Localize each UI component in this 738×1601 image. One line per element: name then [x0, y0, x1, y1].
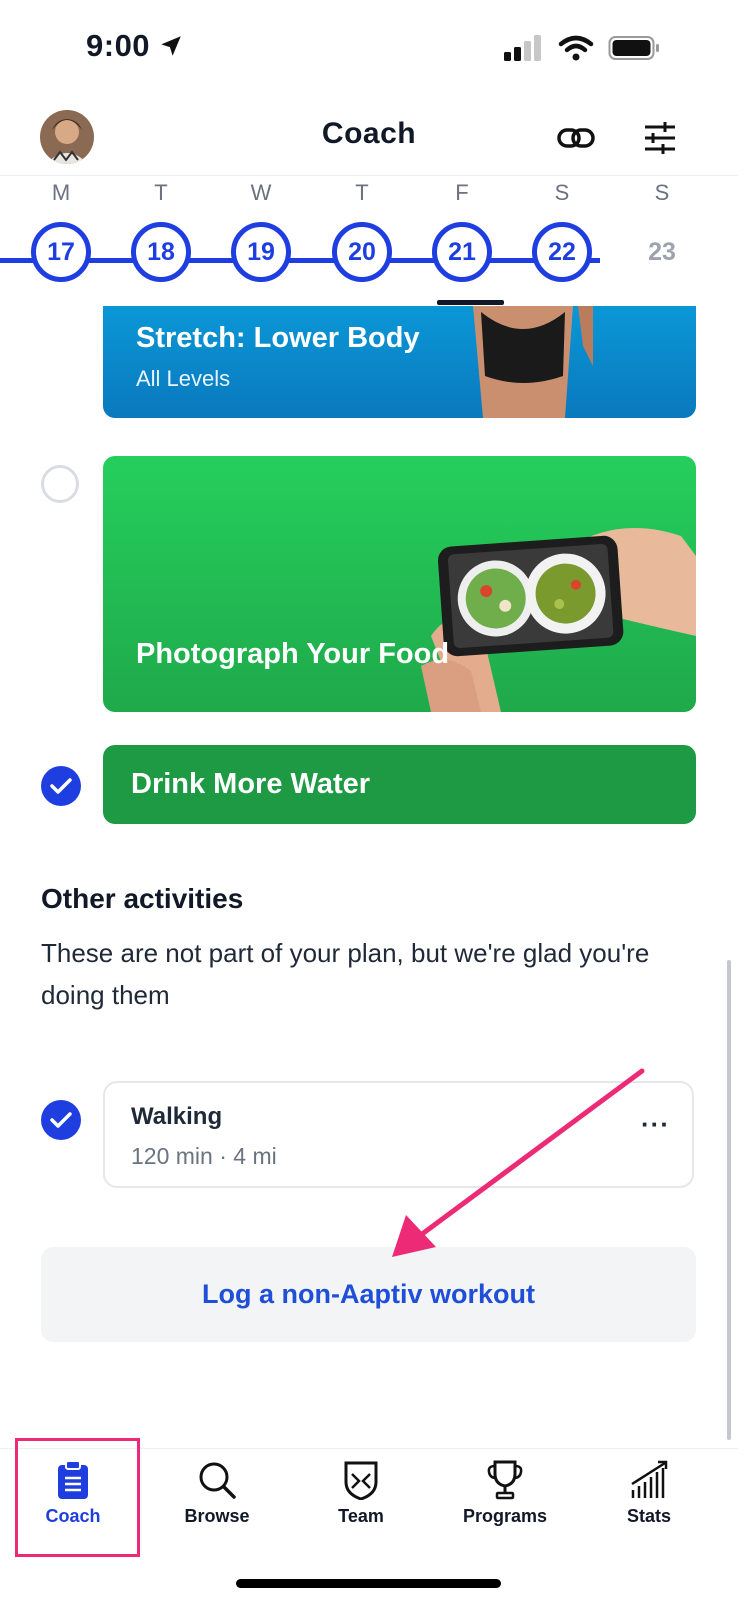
annotation-arrow-icon — [392, 1068, 645, 1257]
walking-checkbox-checked[interactable] — [41, 1100, 81, 1140]
tab-programs[interactable]: Programs — [445, 1460, 565, 1527]
tab-label: Browse — [184, 1506, 250, 1526]
drink-more-water-card[interactable]: Drink More Water — [103, 745, 696, 824]
weekday-letter: W — [250, 180, 272, 205]
bar-chart-icon — [631, 1460, 668, 1498]
day-21-selected[interactable]: 21 — [432, 222, 492, 282]
trophy-icon — [487, 1460, 523, 1500]
stretch-card-level: All Levels — [136, 366, 231, 391]
header-divider — [0, 175, 738, 176]
wifi-icon — [558, 35, 594, 61]
day-23[interactable]: 23 — [632, 222, 692, 282]
weekday-letter: T — [355, 180, 369, 205]
checkmark-icon — [50, 1112, 72, 1128]
share-link-button[interactable] — [556, 118, 596, 158]
weekday-letter: S — [654, 180, 670, 205]
weekday-letter: T — [154, 180, 168, 205]
status-indicators — [504, 34, 660, 62]
photograph-card-title: Photograph Your Food — [136, 638, 450, 670]
selected-day-indicator — [437, 300, 504, 305]
phone-food-photo-image — [421, 528, 696, 712]
tab-team[interactable]: Team — [301, 1460, 421, 1527]
coach-tab-highlight-box — [15, 1438, 140, 1557]
tab-label: Team — [338, 1506, 384, 1526]
tab-stats[interactable]: Stats — [589, 1460, 709, 1527]
day-20[interactable]: 20 — [332, 222, 392, 282]
page-title: Coach — [321, 117, 417, 150]
other-activities-description: These are not part of your plan, but we'… — [41, 938, 650, 1010]
activity-name: Walking — [131, 1103, 223, 1130]
day-17[interactable]: 17 — [31, 222, 91, 282]
weekday-letter: M — [51, 180, 71, 205]
activity-meta: 120 min · 4 mi — [131, 1143, 277, 1169]
checkmark-icon — [50, 778, 72, 794]
workout-model-image — [473, 306, 593, 418]
water-card-title: Drink More Water — [131, 768, 371, 800]
home-indicator[interactable] — [236, 1579, 501, 1588]
water-checkbox-checked[interactable] — [41, 766, 81, 806]
scrollbar[interactable] — [727, 960, 731, 1440]
tab-label: Stats — [626, 1506, 671, 1526]
filter-settings-button[interactable] — [640, 118, 680, 158]
sliders-icon — [645, 122, 675, 154]
photograph-checkbox[interactable] — [41, 465, 79, 503]
link-icon — [557, 128, 595, 148]
stretch-lower-body-card[interactable]: Stretch: Lower Body All Levels — [103, 306, 696, 418]
tab-browse[interactable]: Browse — [157, 1460, 277, 1527]
day-22[interactable]: 22 — [532, 222, 592, 282]
shield-icon — [344, 1461, 378, 1500]
other-activities-heading: Other activities — [41, 883, 244, 914]
photograph-your-food-card[interactable]: Photograph Your Food — [103, 456, 696, 712]
location-arrow-icon — [161, 36, 181, 56]
day-19[interactable]: 19 — [231, 222, 291, 282]
day-18[interactable]: 18 — [131, 222, 191, 282]
battery-icon — [608, 36, 659, 60]
cellular-signal-icon — [504, 35, 541, 61]
weekday-letter: S — [554, 180, 570, 205]
tab-label: Programs — [462, 1506, 548, 1526]
status-time-text: 9:00 — [86, 28, 151, 63]
stretch-card-title: Stretch: Lower Body — [136, 322, 420, 354]
search-icon — [199, 1462, 236, 1499]
weekday-letter: F — [455, 180, 469, 205]
status-time: 9:00 — [86, 28, 184, 64]
